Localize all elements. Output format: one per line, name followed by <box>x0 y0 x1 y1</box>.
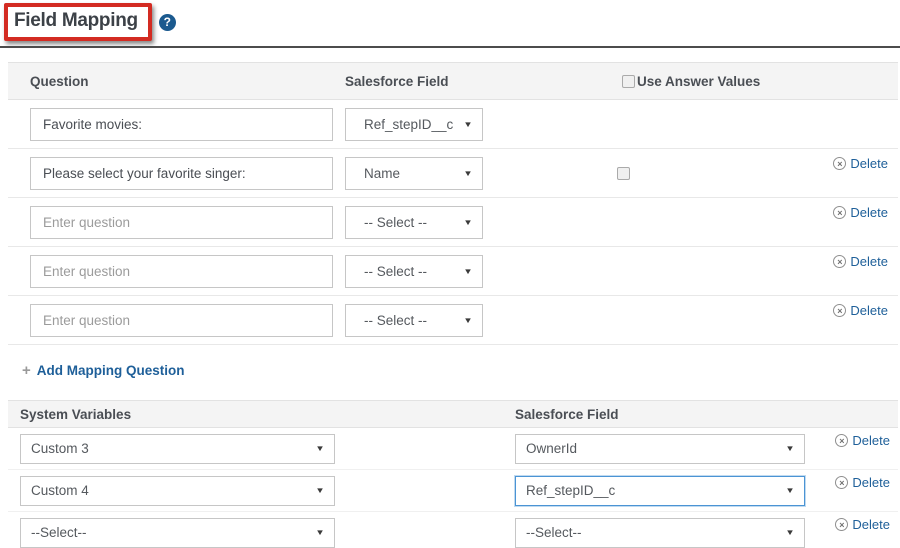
table-row: Custom 3 ▼ OwnerId ▼ × Delete <box>8 428 898 470</box>
column-header-question: Question <box>30 74 345 89</box>
delete-cell: × Delete <box>833 156 888 171</box>
chevron-down-icon: ▼ <box>315 444 325 453</box>
select-value: -- Select -- <box>364 313 427 328</box>
delete-cell: × Delete <box>833 303 888 318</box>
select-value: -- Select -- <box>364 215 427 230</box>
select-value: OwnerId <box>526 441 577 456</box>
delete-cell: × Delete <box>835 517 890 532</box>
column-header-salesforce-field: Salesforce Field <box>515 407 619 422</box>
delete-label: Delete <box>850 254 888 269</box>
delete-label: Delete <box>852 475 890 490</box>
delete-circle-x-icon: × <box>833 255 846 268</box>
delete-circle-x-icon: × <box>833 206 846 219</box>
system-table-header: System Variables Salesforce Field <box>8 400 898 428</box>
delete-circle-x-icon: × <box>835 518 848 531</box>
question-mapping-table: Question Salesforce Field Use Answer Val… <box>8 62 898 345</box>
chevron-down-icon: ▼ <box>463 267 473 276</box>
chevron-down-icon: ▼ <box>463 169 473 178</box>
use-answer-values-label: Use Answer Values <box>637 74 760 89</box>
select-value: --Select-- <box>31 525 87 540</box>
salesforce-field-select[interactable]: Name ▼ <box>345 157 483 190</box>
delete-button[interactable]: × Delete <box>833 156 888 171</box>
system-variable-select[interactable]: Custom 4 ▼ <box>20 476 335 506</box>
use-answer-values-checkbox[interactable] <box>617 167 630 180</box>
annotation-highlight-box: Field Mapping <box>4 3 152 41</box>
chevron-down-icon: ▼ <box>463 120 473 129</box>
chevron-down-icon: ▼ <box>463 316 473 325</box>
column-header-salesforce-field: Salesforce Field <box>345 74 495 89</box>
page-title: Field Mapping <box>14 10 138 31</box>
table-row: -- Select -- ▼ × Delete <box>8 247 898 296</box>
table-row: -- Select -- ▼ × Delete <box>8 296 898 345</box>
delete-label: Delete <box>850 303 888 318</box>
delete-cell: × Delete <box>833 254 888 269</box>
plus-icon: + <box>22 363 31 378</box>
table-row: Custom 4 ▼ Ref_stepID__c ▼ × Delete <box>8 470 898 512</box>
system-variables-table: System Variables Salesforce Field Custom… <box>8 400 898 548</box>
field-mapping-page: Field Mapping ? Question Salesforce Fiel… <box>0 0 900 548</box>
delete-circle-x-icon: × <box>835 476 848 489</box>
salesforce-field-select[interactable]: -- Select -- ▼ <box>345 304 483 337</box>
table-row: -- Select -- ▼ × Delete <box>8 198 898 247</box>
page-header: Field Mapping ? <box>4 3 176 41</box>
chevron-down-icon: ▼ <box>785 528 795 537</box>
delete-label: Delete <box>850 205 888 220</box>
delete-button[interactable]: × Delete <box>833 254 888 269</box>
delete-cell: × Delete <box>835 475 890 490</box>
chevron-down-icon: ▼ <box>785 486 795 495</box>
question-input[interactable] <box>30 255 333 288</box>
delete-circle-x-icon: × <box>835 434 848 447</box>
add-mapping-question-label: Add Mapping Question <box>37 363 185 378</box>
question-table-header: Question Salesforce Field Use Answer Val… <box>8 62 898 100</box>
header-divider <box>0 46 900 48</box>
add-mapping-question-button[interactable]: + Add Mapping Question <box>22 363 185 378</box>
select-value: Name <box>364 166 400 181</box>
table-row: Ref_stepID__c ▼ <box>8 100 898 149</box>
delete-label: Delete <box>850 156 888 171</box>
delete-circle-x-icon: × <box>833 157 846 170</box>
salesforce-field-select[interactable]: Ref_stepID__c ▼ <box>345 108 483 141</box>
chevron-down-icon: ▼ <box>315 486 325 495</box>
delete-circle-x-icon: × <box>833 304 846 317</box>
delete-button[interactable]: × Delete <box>835 517 890 532</box>
delete-button[interactable]: × Delete <box>833 205 888 220</box>
table-row: Name ▼ × Delete <box>8 149 898 198</box>
select-value: Ref_stepID__c <box>364 117 453 132</box>
select-value: Custom 3 <box>31 441 89 456</box>
delete-button[interactable]: × Delete <box>835 433 890 448</box>
system-variable-select[interactable]: --Select-- ▼ <box>20 518 335 548</box>
question-input[interactable] <box>30 108 333 141</box>
chevron-down-icon: ▼ <box>785 444 795 453</box>
question-input[interactable] <box>30 157 333 190</box>
salesforce-field-select[interactable]: OwnerId ▼ <box>515 434 805 464</box>
system-variable-select[interactable]: Custom 3 ▼ <box>20 434 335 464</box>
delete-label: Delete <box>852 433 890 448</box>
salesforce-field-select[interactable]: --Select-- ▼ <box>515 518 805 548</box>
question-input[interactable] <box>30 206 333 239</box>
question-input[interactable] <box>30 304 333 337</box>
help-icon[interactable]: ? <box>159 14 176 31</box>
chevron-down-icon: ▼ <box>315 528 325 537</box>
use-answer-values-all-checkbox[interactable] <box>622 75 635 88</box>
select-value: --Select-- <box>526 525 582 540</box>
salesforce-field-select[interactable]: -- Select -- ▼ <box>345 255 483 288</box>
delete-cell: × Delete <box>835 433 890 448</box>
column-header-system-variables: System Variables <box>20 407 515 422</box>
salesforce-field-select[interactable]: -- Select -- ▼ <box>345 206 483 239</box>
column-header-use-answer-values: Use Answer Values <box>622 74 760 89</box>
use-answer-values-cell <box>483 167 763 180</box>
delete-cell: × Delete <box>833 205 888 220</box>
salesforce-field-select-focused[interactable]: Ref_stepID__c ▼ <box>515 476 805 506</box>
select-value: -- Select -- <box>364 264 427 279</box>
select-value: Ref_stepID__c <box>526 483 615 498</box>
delete-button[interactable]: × Delete <box>833 303 888 318</box>
select-value: Custom 4 <box>31 483 89 498</box>
delete-label: Delete <box>852 517 890 532</box>
chevron-down-icon: ▼ <box>463 218 473 227</box>
delete-button[interactable]: × Delete <box>835 475 890 490</box>
table-row: --Select-- ▼ --Select-- ▼ × Delete <box>8 512 898 548</box>
